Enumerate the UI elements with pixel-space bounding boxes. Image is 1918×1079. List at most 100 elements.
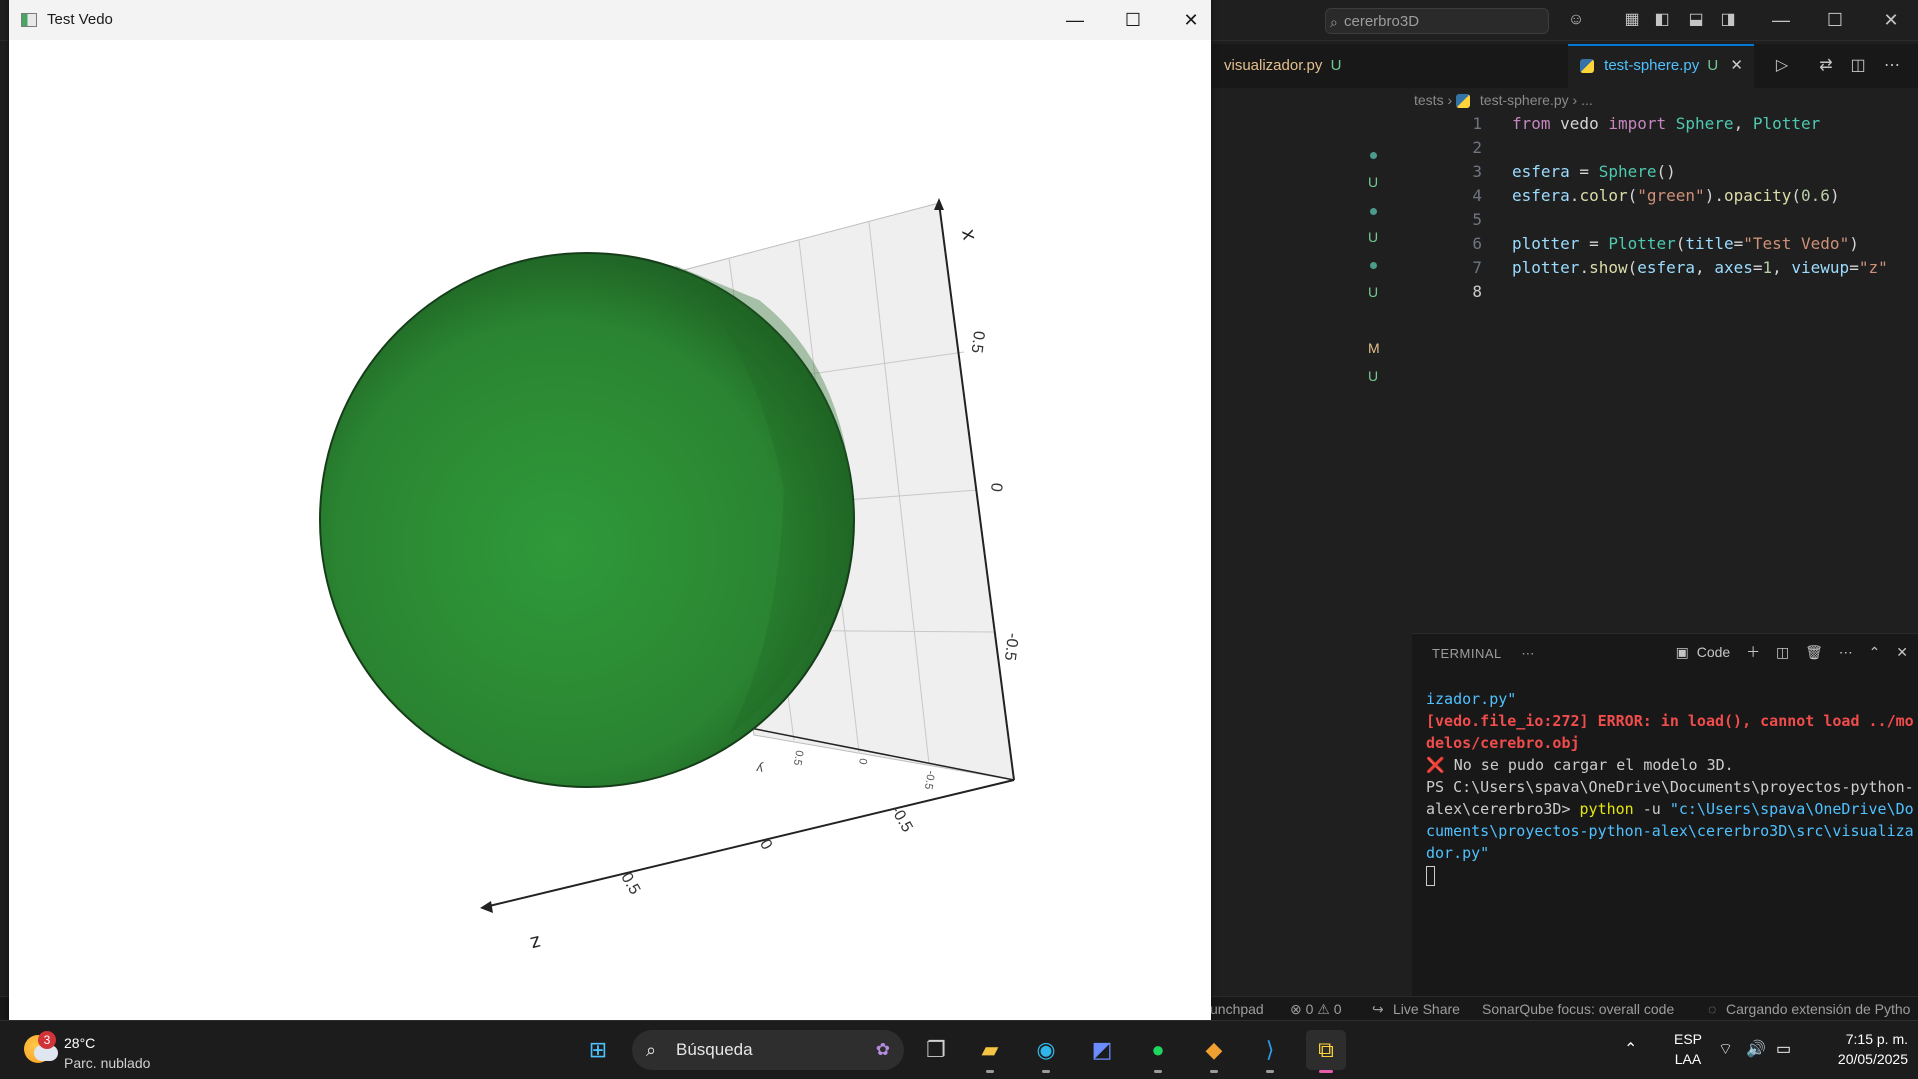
trash-icon[interactable]: 🗑 xyxy=(1805,644,1823,660)
wifi-icon[interactable]: ⌔ xyxy=(1718,1021,1733,1079)
y-tick-label: 0 xyxy=(856,757,869,765)
volume-icon[interactable]: 🔊 xyxy=(1746,1021,1766,1079)
split-terminal-icon[interactable]: ◫ xyxy=(1776,644,1789,660)
task-view-icon[interactable]: ❐ xyxy=(916,1030,956,1070)
breadcrumb-folder[interactable]: tests xyxy=(1414,92,1444,108)
x-tick-label: 0.5 xyxy=(968,330,988,354)
maximize-panel-icon[interactable]: ⌃ xyxy=(1869,644,1881,660)
notification-badge: 3 xyxy=(38,1031,56,1049)
compare-icon[interactable]: ⇄ xyxy=(1816,56,1836,76)
more-icon[interactable]: ⋯ xyxy=(1521,646,1535,661)
split-editor-icon[interactable]: ◫ xyxy=(1848,56,1868,76)
x-axis-label: x xyxy=(956,228,979,242)
chevron-up-icon[interactable]: ⌃ xyxy=(1624,1021,1637,1079)
tab-status: U xyxy=(1330,57,1342,74)
maximize-button[interactable]: ☐ xyxy=(1820,8,1850,32)
code-line: 5 xyxy=(1472,210,1482,229)
status-launchpad[interactable]: unchpad xyxy=(1210,997,1264,1021)
search-icon: ⌕ xyxy=(646,1040,657,1060)
python-file-icon xyxy=(1580,59,1594,74)
terminal-command: python xyxy=(1579,800,1634,818)
scm-marker: U xyxy=(1368,368,1379,384)
clock[interactable]: 7:15 p. m. 20/05/2025 xyxy=(1812,1021,1908,1079)
y-tick-label: y xyxy=(755,761,764,777)
z-tick-label: -0.5 xyxy=(887,803,916,835)
tab-label: visualizador.py xyxy=(1224,57,1323,74)
breadcrumb-file[interactable]: test-sphere.py xyxy=(1480,92,1569,108)
render-scene[interactable]: x 0.5 0 -0.5 y 0.5 0 -0.5 z 0.5 0 -0.5 xyxy=(9,40,1211,1020)
scene-svg: x 0.5 0 -0.5 y 0.5 0 -0.5 z 0.5 0 -0.5 xyxy=(319,198,1021,955)
clock-date: 20/05/2025 xyxy=(1837,1051,1908,1067)
status-sonarqube[interactable]: SonarQube focus: overall code xyxy=(1482,997,1674,1021)
run-icon[interactable]: ▷ xyxy=(1772,56,1792,76)
terminal-panel: TERMINAL ⋯ ▣ Code ＋ ◫ 🗑 ⋯ ⌃ ✕ izador.py"… xyxy=(1412,633,1918,1014)
z-axis-arrow xyxy=(480,901,493,913)
close-panel-icon[interactable]: ✕ xyxy=(1896,644,1908,660)
more-actions-icon[interactable]: ⋯ xyxy=(1882,56,1902,76)
breadcrumb: tests › test-sphere.py › ... xyxy=(1414,92,1593,109)
search-box[interactable]: ⌕ Búsqueda ✿ xyxy=(632,1030,904,1070)
python-icon[interactable]: ⧉ xyxy=(1306,1030,1346,1073)
more-icon[interactable]: ⋯ xyxy=(1839,644,1853,660)
app-icon[interactable]: ◩ xyxy=(1082,1030,1122,1070)
scm-dot xyxy=(1370,262,1377,269)
terminal-shell-label[interactable]: Code xyxy=(1697,644,1730,660)
maximize-button[interactable]: ☐ xyxy=(1111,6,1155,34)
status-live-share[interactable]: Live Share xyxy=(1393,997,1460,1021)
tab-label: test-sphere.py xyxy=(1604,57,1700,74)
customize-layout-icon[interactable]: ▦ xyxy=(1622,10,1642,30)
lavender-highlight-icon: ✿ xyxy=(875,1040,890,1059)
tab-close-icon[interactable]: ✕ xyxy=(1730,57,1743,74)
y-tick-label: 0.5 xyxy=(791,749,805,766)
weather-desc: Parc. nublado xyxy=(64,1055,151,1071)
terminal-line: izador.py" xyxy=(1426,690,1517,708)
start-button[interactable]: ⊞ xyxy=(578,1030,618,1070)
taskbar: 3 28°C Parc. nublado ⊞ ⌕ Búsqueda ✿ ❐ ▰ … xyxy=(0,1020,1918,1079)
command-center[interactable]: ⌕ cererbro3D xyxy=(1325,8,1549,34)
window-title: Test Vedo xyxy=(47,11,113,28)
scm-dot xyxy=(1370,208,1377,215)
tab-test-sphere[interactable]: test-sphere.py U ✕ xyxy=(1568,44,1754,88)
tab-visualizador[interactable]: visualizador.py U xyxy=(1212,44,1356,88)
scm-marker: U xyxy=(1368,174,1379,190)
file-explorer-icon[interactable]: ▰ xyxy=(970,1030,1010,1073)
terminal-tab-label: TERMINAL xyxy=(1432,646,1502,661)
toggle-sidebar-icon[interactable]: ◧ xyxy=(1652,10,1672,30)
terminal-shell-icon[interactable]: ▣ xyxy=(1676,644,1689,660)
language-indicator[interactable]: ESP LAA xyxy=(1668,1021,1708,1079)
git-icon[interactable]: ◆ xyxy=(1194,1030,1234,1073)
minimize-button[interactable]: — xyxy=(1053,6,1097,34)
terminal-toolbar: ▣ Code ＋ ◫ 🗑 ⋯ ⌃ ✕ xyxy=(1664,642,1908,662)
breadcrumb-symbol[interactable]: ... xyxy=(1581,92,1593,108)
terminal-error-line: [vedo.file_io:272] ERROR: in load(), can… xyxy=(1426,712,1914,752)
chevron-right-icon: › xyxy=(1572,92,1582,108)
search-placeholder: Búsqueda xyxy=(676,1040,753,1059)
lang-bottom: LAA xyxy=(1674,1051,1702,1067)
tab-status: U xyxy=(1707,57,1719,74)
terminal-args: -u xyxy=(1633,800,1670,818)
edge-icon[interactable]: ◉ xyxy=(1026,1030,1066,1073)
command-center-label: cererbro3D xyxy=(1344,13,1420,30)
code-line: 8 xyxy=(1472,282,1482,301)
status-problems[interactable]: ⊗ 0 ⚠ 0 xyxy=(1290,997,1342,1021)
close-button[interactable]: ✕ xyxy=(1876,8,1906,32)
code-line: 4 esfera.color("green").opacity(0.6) xyxy=(1472,186,1840,205)
vedo-titlebar[interactable]: Test Vedo — ☐ ✕ xyxy=(9,0,1211,40)
clock-time: 7:15 p. m. xyxy=(1845,1031,1908,1047)
lang-top: ESP xyxy=(1673,1031,1702,1047)
terminal-tab[interactable]: TERMINAL ⋯ xyxy=(1432,646,1535,662)
battery-icon[interactable]: ▭ xyxy=(1776,1021,1791,1079)
scm-marker: M xyxy=(1368,340,1380,356)
close-button[interactable]: ✕ xyxy=(1169,6,1213,34)
new-terminal-icon[interactable]: ＋ xyxy=(1746,644,1760,660)
spotify-icon[interactable]: ● xyxy=(1138,1030,1178,1073)
toggle-secondary-sidebar-icon[interactable]: ◨ xyxy=(1718,10,1738,30)
terminal-output[interactable]: izador.py" [vedo.file_io:272] ERROR: in … xyxy=(1426,688,1916,886)
code-line: 7 plotter.show(esfera, axes=1, viewup="z" xyxy=(1472,258,1888,277)
toggle-panel-icon[interactable]: ⬓ xyxy=(1686,10,1706,30)
live-share-icon[interactable]: ↪ xyxy=(1372,997,1384,1021)
copilot-icon[interactable]: ☺ xyxy=(1566,10,1586,30)
minimize-button[interactable]: — xyxy=(1766,8,1796,32)
vscode-icon[interactable]: ⟩ xyxy=(1250,1030,1290,1073)
vedo-window: Test Vedo — ☐ ✕ x 0.5 0 -0.5 y 0.5 0 -0.… xyxy=(9,0,1211,1020)
